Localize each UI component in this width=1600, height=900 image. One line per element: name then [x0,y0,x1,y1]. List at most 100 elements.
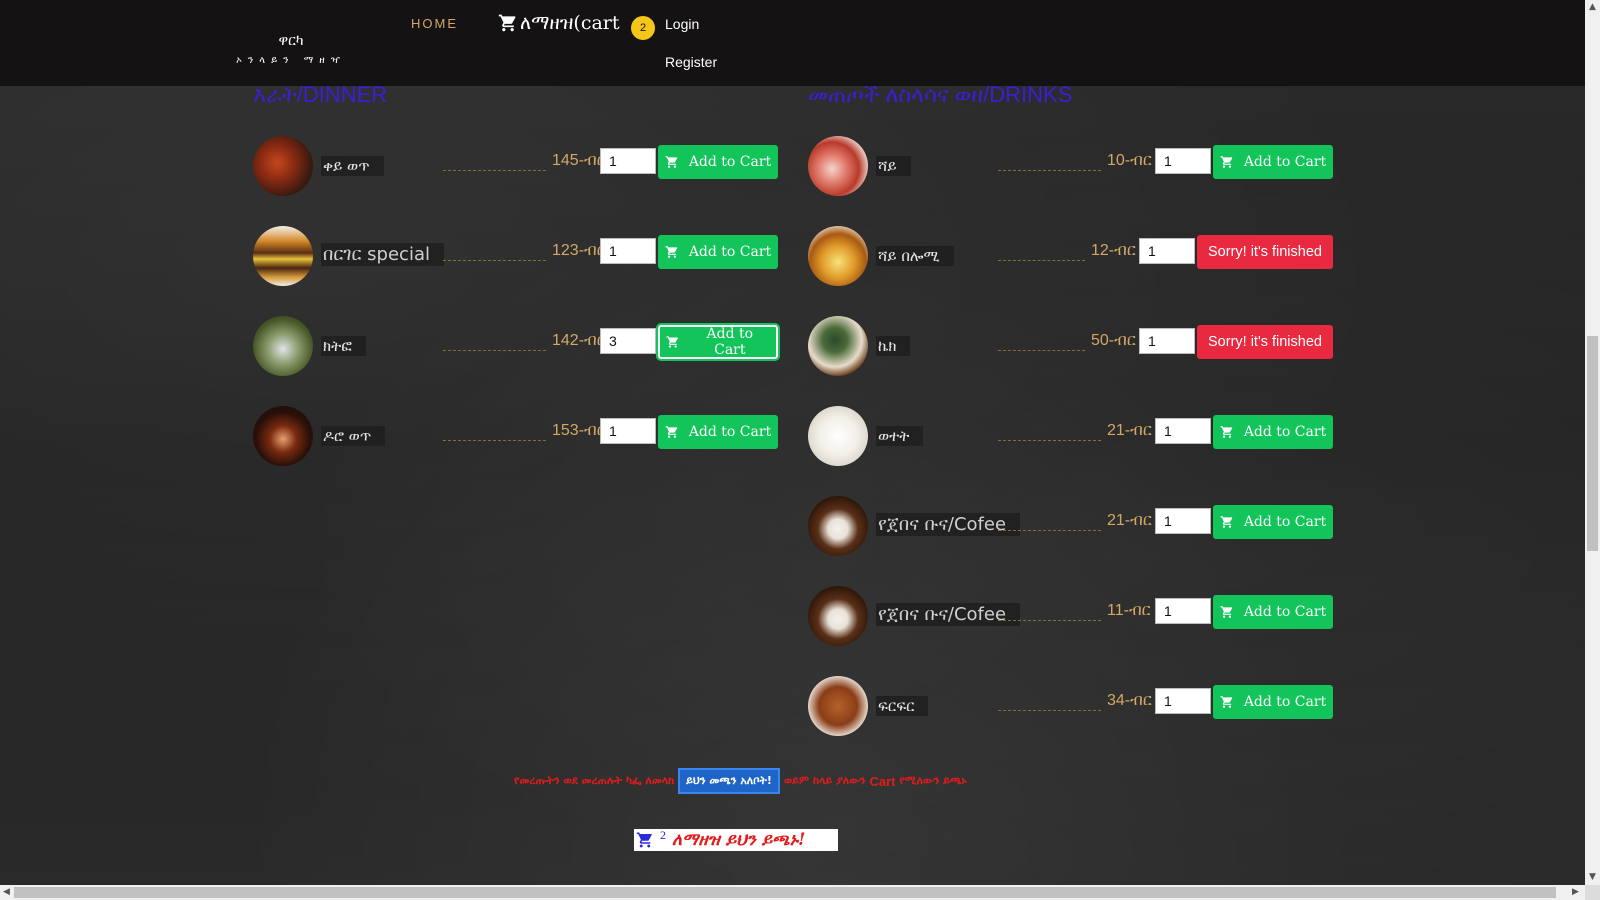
menu-item-name: ዶሮ ወጥ [321,426,386,446]
navbar: ዋርካ ኦንላይን ማዘዣ HOME ለማዘዝ(cart 2 Login Reg… [0,0,1585,86]
cart-icon [665,156,678,168]
sold-out-button[interactable]: Sorry! it's finished [1197,235,1333,269]
menu-item-name: ፍርፍር [876,696,929,716]
milk-icon [808,406,868,466]
scrollbar-corner [1585,885,1600,900]
brand-subtitle: ኦንላይን ማዘዣ [236,55,346,66]
quantity-input[interactable] [600,418,656,444]
cart-icon [1220,696,1233,708]
cart-icon [1220,516,1233,528]
menu-item: ክትፎ 142-ብር Add to Cart [253,316,780,378]
quantity-input[interactable] [1155,148,1211,174]
send-order-button[interactable]: ይህን መጫን አለቦት! [678,768,780,794]
add-to-cart-button[interactable]: Add to Cart [658,415,778,449]
leader-dots [998,620,1101,621]
kitfo-dish-icon [253,316,313,376]
add-to-cart-button[interactable]: Add to Cart [658,235,778,269]
leader-dots [998,440,1101,441]
quantity-input[interactable] [600,238,656,264]
menu-item-name: የጀበና ቡና/Cofee [876,513,1021,536]
add-to-cart-button[interactable]: Add to Cart [1213,505,1333,539]
nav-cart-label: ለማዘዝ(cart [520,12,620,34]
quantity-input[interactable] [1155,508,1211,534]
add-to-cart-button[interactable]: Add to Cart [656,323,780,361]
add-to-cart-label: Add to Cart [706,326,754,358]
quantity-input[interactable] [1155,598,1211,624]
instruction-text-after: ወይም ከላይ ያለውን [783,774,866,787]
add-to-cart-button[interactable]: Add to Cart [1213,595,1333,629]
menu-item-name: ሻይ [876,156,911,176]
add-to-cart-label: Add to Cart [688,244,772,260]
menu-item-price: 153-ብር [552,422,606,439]
menu-item-price: 142-ብር [552,332,606,349]
menu-item: ወተት 21-ብር Add to Cart [808,406,1333,468]
menu-item-price: 11-ብር [1107,602,1151,619]
menu-item: ሻይ በሎሚ 12-ብር Sorry! it's finished [808,226,1333,288]
add-to-cart-label: Add to Cart [1243,514,1327,530]
cake-icon [808,316,868,376]
add-to-cart-label: Add to Cart [1243,424,1327,440]
menu-item-name: ኬክ [876,336,911,356]
menu-item-price: 50-ብር [1091,332,1136,349]
menu-item: ኬክ 50-ብር Sorry! it's finished [808,316,1333,378]
cart-icon [1220,426,1233,438]
lemon-tea-icon [808,226,868,286]
quantity-input[interactable] [1155,688,1211,714]
leader-dots [998,530,1101,531]
menu-item: ዶሮ ወጥ 153-ብር Add to Cart [253,406,778,468]
menu-item-price: 34-ብር [1107,692,1152,709]
brand-name: ዋርካ [278,33,304,49]
menu-item: ሻይ 10-ብር Add to Cart [808,136,1333,198]
menu-item-name: ወተት [876,426,924,446]
scroll-left-icon[interactable]: ◀ [3,887,10,897]
vertical-scroll-thumb[interactable] [1587,336,1598,551]
add-to-cart-button[interactable]: Add to Cart [1213,145,1333,179]
nav-register-link[interactable]: Register [665,54,717,70]
nav-cart-link[interactable]: ለማዘዝ(cart [498,12,620,34]
menu-item: በርገር special 123-ብር Add to Cart [253,226,778,288]
add-to-cart-label: Add to Cart [688,424,772,440]
sold-out-button[interactable]: Sorry! it's finished [1197,325,1333,359]
vertical-scrollbar[interactable]: ▲ ▼ [1585,0,1600,885]
instruction-text-before: የመረጡትን ወደ መረጠሉት ካፌ ለመላክ [514,774,675,787]
quantity-input[interactable] [1139,238,1195,264]
scroll-down-icon[interactable]: ▼ [1589,872,1596,882]
quantity-input[interactable] [600,148,656,174]
leader-dots [998,170,1101,171]
scroll-right-icon[interactable]: ▶ [1572,887,1579,897]
cart-count-badge: 2 [631,16,655,40]
coffee-beans-icon [808,496,868,556]
leader-dots [443,170,546,171]
add-to-cart-label: Add to Cart [1243,604,1327,620]
menu-item-name: ሻይ በሎሚ [876,246,954,266]
add-to-cart-label: Add to Cart [1243,694,1327,710]
leader-dots [443,440,546,441]
menu-item-price: 10-ብር [1107,152,1152,169]
cart-icon [1220,606,1233,618]
coffee-beans-icon [808,586,868,646]
quantity-input[interactable] [600,328,656,354]
menu-item-price: 21-ብር [1107,422,1152,439]
cart-icon [665,246,678,258]
menu-item-price: 21-ብር [1107,512,1152,529]
brand-logo[interactable]: ዋርካ ኦንላይን ማዘዣ [236,33,346,66]
shopping-cart-icon [498,14,516,32]
scroll-up-icon[interactable]: ▲ [1589,2,1596,12]
menu-item: ቀይ ወጥ 145-ብር Add to Cart [253,136,778,198]
place-order-button[interactable]: 2 ለማዘዝ ይህን ይጫኑ! [634,828,838,851]
menu-item-price: 145-ብር [552,152,606,169]
shopping-cart-icon [636,832,652,848]
instruction-text-end: የሚለውን ይጫኑ [899,774,967,787]
quantity-input[interactable] [1139,328,1195,354]
cart-icon [1220,156,1233,168]
nav-login-link[interactable]: Login [665,16,699,32]
add-to-cart-button[interactable]: Add to Cart [658,145,778,179]
order-instruction: የመረጡትን ወደ መረጠሉት ካፌ ለመላክ ይህን መጫን አለቦት! ወይ… [514,768,967,794]
add-to-cart-button[interactable]: Add to Cart [1213,415,1333,449]
add-to-cart-button[interactable]: Add to Cart [1213,685,1333,719]
horizontal-scrollbar[interactable]: ◀ ▶ [0,885,1585,900]
horizontal-scroll-thumb[interactable] [14,887,1556,898]
nav-home-link[interactable]: HOME [411,16,458,31]
menu-item: ፍርፍር 34-ብር Add to Cart [808,676,1333,738]
quantity-input[interactable] [1155,418,1211,444]
